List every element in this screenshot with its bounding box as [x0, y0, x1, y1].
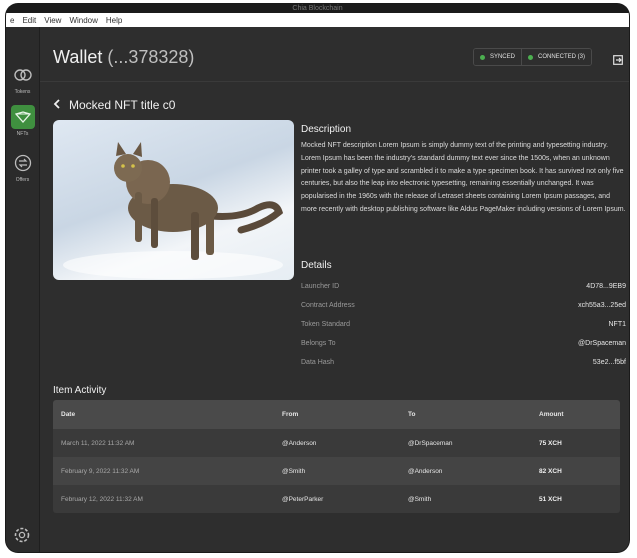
cell-amount: 75 XCH — [539, 439, 562, 447]
detail-value[interactable]: @DrSpaceman — [578, 340, 626, 347]
menu-bar: e Edit View Window Help — [6, 13, 629, 27]
cell-from: @Smith — [282, 467, 306, 475]
synced-status[interactable]: SYNCED — [473, 49, 521, 65]
cell-to: @Smith — [408, 495, 432, 503]
back-button[interactable] — [53, 98, 61, 112]
wallet-address: (...378328) — [107, 47, 195, 67]
cell-date: February 12, 2022 11:32 AM — [61, 495, 143, 503]
status-dot — [479, 54, 485, 60]
column-header-from[interactable]: From — [282, 411, 408, 418]
cell-from: @Anderson — [282, 439, 317, 447]
cell-amount: 82 XCH — [539, 467, 562, 475]
detail-row-token-standard: Token Standard NFT1 — [301, 321, 626, 328]
window-title: Chia Blockchain — [292, 5, 343, 12]
column-header-date[interactable]: Date — [53, 411, 282, 418]
sidebar-item-label: Offers — [15, 177, 30, 183]
detail-value: NFT1 — [608, 321, 627, 328]
cat-image — [63, 142, 284, 279]
status-label: CONNECTED (3) — [537, 54, 585, 60]
nft-icon — [10, 105, 35, 129]
table-row[interactable]: March 11, 2022 11:32 AM @Anderson @DrSpa… — [53, 429, 620, 457]
logout-button[interactable] — [613, 52, 623, 65]
table-row[interactable]: February 9, 2022 11:32 AM @Smith @Anders… — [53, 457, 620, 485]
cell-amount: 51 XCH — [539, 495, 562, 503]
sidebar-item-tokens[interactable]: Tokens — [9, 63, 36, 95]
sidebar: Tokens NFTs Offers — [6, 27, 40, 552]
table-row[interactable]: February 12, 2022 11:32 AM @PeterParker … — [53, 485, 620, 513]
connected-status[interactable]: CONNECTED (3) — [520, 49, 591, 65]
column-header-amount[interactable]: Amount — [539, 411, 620, 418]
detail-key: Data Hash — [301, 359, 335, 366]
detail-key: Belongs To — [301, 340, 336, 347]
cell-date: February 9, 2022 11:32 AM — [61, 467, 140, 475]
status-dot — [527, 54, 533, 60]
settings-button[interactable] — [13, 526, 31, 544]
detail-value[interactable]: 4D78...9EB9 — [586, 283, 626, 290]
nft-title-row: Mocked NFT title c0 — [53, 98, 175, 112]
sidebar-item-offers[interactable]: Offers — [9, 151, 36, 183]
gear-icon — [14, 527, 30, 543]
app-window: Chia Blockchain e Edit View Window Help … — [6, 4, 629, 552]
menu-item-help[interactable]: Help — [106, 16, 122, 25]
cell-to: @DrSpaceman — [408, 439, 453, 447]
cell-from: @PeterParker — [282, 495, 324, 503]
table-header: Date From To Amount — [53, 400, 620, 429]
activity-heading: Item Activity — [53, 385, 107, 396]
logout-icon — [613, 55, 623, 65]
description-text: Mocked NFT description Lorem Ipsum is si… — [301, 142, 626, 213]
nft-title: Mocked NFT title c0 — [69, 98, 176, 112]
menu-item-file[interactable]: e — [10, 16, 14, 25]
detail-key: Token Standard — [301, 321, 351, 328]
details-heading: Details — [301, 260, 332, 271]
detail-row-launcher-id: Launcher ID 4D78...9EB9 — [301, 283, 626, 290]
detail-value[interactable]: 53e2...f5bf — [593, 359, 626, 366]
detail-row-data-hash: Data Hash 53e2...f5bf — [301, 359, 626, 366]
tokens-icon — [11, 63, 35, 87]
menu-item-view[interactable]: View — [44, 16, 61, 25]
chevron-left-icon — [53, 99, 60, 109]
cell-to: @Anderson — [408, 467, 443, 475]
sidebar-item-label: NFTs — [16, 131, 29, 137]
sidebar-item-nfts[interactable]: NFTs — [9, 105, 36, 137]
detail-value[interactable]: xch55a3...25ed — [578, 302, 626, 309]
detail-row-contract-address: Contract Address xch55a3...25ed — [301, 302, 626, 309]
sidebar-item-label: Tokens — [14, 89, 31, 95]
column-header-to[interactable]: To — [408, 411, 539, 418]
detail-key: Contract Address — [301, 302, 355, 309]
detail-key: Launcher ID — [301, 283, 340, 290]
status-label: SYNCED — [489, 54, 515, 60]
wallet-title: Wallet — [53, 47, 103, 67]
page-title: Wallet (...378328) — [53, 47, 194, 68]
activity-table: Date From To Amount March 11, 2022 11:32… — [53, 400, 620, 513]
status-group: SYNCED CONNECTED (3) — [472, 48, 592, 66]
header: Wallet (...378328) SYNCED CONNECTED (3) — [40, 27, 629, 82]
menu-item-edit[interactable]: Edit — [22, 16, 36, 25]
title-bar: Chia Blockchain — [6, 4, 629, 13]
detail-row-belongs-to: Belongs To @DrSpaceman — [301, 340, 626, 347]
menu-item-window[interactable]: Window — [69, 16, 97, 25]
nft-image[interactable] — [53, 120, 294, 280]
cell-date: March 11, 2022 11:32 AM — [61, 439, 135, 447]
offers-icon — [11, 151, 35, 175]
description-heading: Description — [301, 124, 352, 135]
main-content: Wallet (...378328) SYNCED CONNECTED (3) — [40, 27, 629, 552]
